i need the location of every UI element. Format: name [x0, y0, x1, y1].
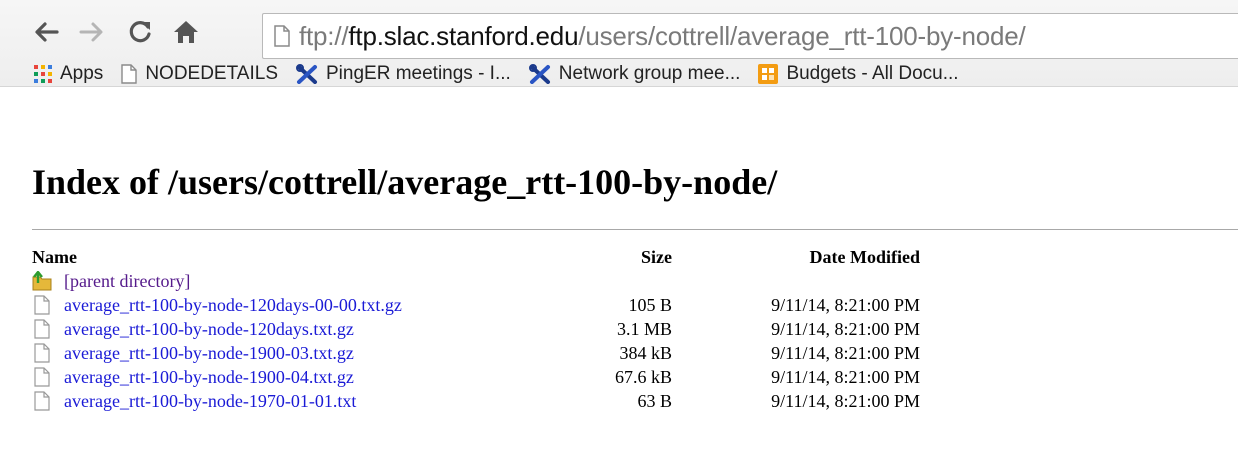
- bookmark-nodedetails[interactable]: NODEDETAILS: [121, 62, 278, 86]
- page-icon: [121, 64, 138, 84]
- bookmark-budgets[interactable]: Budgets - All Docu...: [758, 62, 959, 86]
- bookmark-label: NODEDETAILS: [145, 63, 278, 84]
- reload-button[interactable]: [122, 12, 158, 52]
- file-date: 9/11/14, 8:21:00 PM: [771, 318, 920, 339]
- url-text: ftp://ftp.slac.stanford.edu/users/cottre…: [299, 21, 1026, 52]
- file-icon: [32, 295, 52, 315]
- bookmark-label: Budgets - All Docu...: [786, 63, 959, 84]
- file-link[interactable]: average_rtt-100-by-node-120days.txt.gz: [64, 319, 354, 340]
- file-size: 384 kB: [619, 342, 672, 363]
- page-title: Index of /users/cottrell/average_rtt-100…: [32, 162, 778, 202]
- url-path: /users/cottrell/average_rtt-100-by-node/: [578, 20, 1026, 51]
- directory-listing: Name Size Date Modified [parent director…: [32, 245, 920, 413]
- file-link[interactable]: average_rtt-100-by-node-1900-03.txt.gz: [64, 343, 354, 364]
- tools-icon: [296, 64, 318, 84]
- back-arrow-icon: [35, 22, 59, 42]
- file-date: 9/11/14, 8:21:00 PM: [771, 294, 920, 315]
- parent-directory-link[interactable]: [parent directory]: [64, 271, 190, 292]
- file-icon: [32, 391, 52, 411]
- home-icon: [174, 21, 198, 43]
- parent-directory-row: [parent directory]: [32, 269, 920, 293]
- file-link[interactable]: average_rtt-100-by-node-1900-04.txt.gz: [64, 367, 354, 388]
- table-row: average_rtt-100-by-node-1900-03.txt.gz 3…: [32, 341, 920, 365]
- file-icon: [32, 367, 52, 387]
- file-size: 63 B: [637, 390, 672, 411]
- file-link[interactable]: average_rtt-100-by-node-1970-01-01.txt: [64, 391, 356, 412]
- page-content: Index of /users/cottrell/average_rtt-100…: [32, 160, 1238, 411]
- page-icon: [273, 25, 291, 47]
- file-size: 3.1 MB: [616, 318, 672, 339]
- table-row: average_rtt-100-by-node-1900-04.txt.gz 6…: [32, 365, 920, 389]
- home-button[interactable]: [168, 12, 204, 52]
- folder-up-icon: [32, 271, 52, 291]
- browser-toolbar: ftp://ftp.slac.stanford.edu/users/cottre…: [0, 0, 1238, 87]
- bookmark-label: PingER meetings - I...: [326, 63, 511, 84]
- file-date: 9/11/14, 8:21:00 PM: [771, 342, 920, 363]
- column-header-date[interactable]: Date Modified: [672, 245, 920, 269]
- apps-grid-icon: [34, 65, 52, 83]
- table-header: Name Size Date Modified: [32, 245, 920, 269]
- forward-button[interactable]: [74, 12, 110, 52]
- table-row: average_rtt-100-by-node-120days-00-00.tx…: [32, 293, 920, 317]
- file-icon: [32, 319, 52, 339]
- bookmark-apps[interactable]: Apps: [34, 62, 103, 86]
- reload-icon: [129, 21, 151, 43]
- file-icon: [32, 343, 52, 363]
- file-size: 105 B: [628, 294, 672, 315]
- file-link[interactable]: average_rtt-100-by-node-120days-00-00.tx…: [64, 295, 402, 316]
- file-date: 9/11/14, 8:21:00 PM: [771, 390, 920, 411]
- back-button[interactable]: [28, 12, 64, 52]
- file-size: 67.6 kB: [614, 366, 672, 387]
- url-host: ftp.slac.stanford.edu: [348, 20, 579, 51]
- table-row: average_rtt-100-by-node-1970-01-01.txt 6…: [32, 389, 920, 413]
- address-bar[interactable]: ftp://ftp.slac.stanford.edu/users/cottre…: [262, 13, 1238, 59]
- table-row: average_rtt-100-by-node-120days.txt.gz 3…: [32, 317, 920, 341]
- column-header-name[interactable]: Name: [32, 245, 552, 269]
- bookmark-network-group[interactable]: Network group mee...: [528, 62, 741, 86]
- column-header-size[interactable]: Size: [552, 245, 672, 269]
- divider: [32, 229, 1238, 230]
- url-scheme: ftp://: [299, 20, 349, 51]
- bookmarks-bar: Apps NODEDETAILS PingER meetings - I...: [0, 62, 1238, 86]
- sharepoint-icon: [758, 64, 779, 84]
- file-date: 9/11/14, 8:21:00 PM: [771, 366, 920, 387]
- forward-arrow-icon: [79, 22, 103, 42]
- bookmark-label: Network group mee...: [558, 63, 741, 84]
- bookmark-pinger-meetings[interactable]: PingER meetings - I...: [296, 62, 511, 86]
- tools-icon: [528, 64, 551, 84]
- bookmark-label: Apps: [60, 63, 104, 84]
